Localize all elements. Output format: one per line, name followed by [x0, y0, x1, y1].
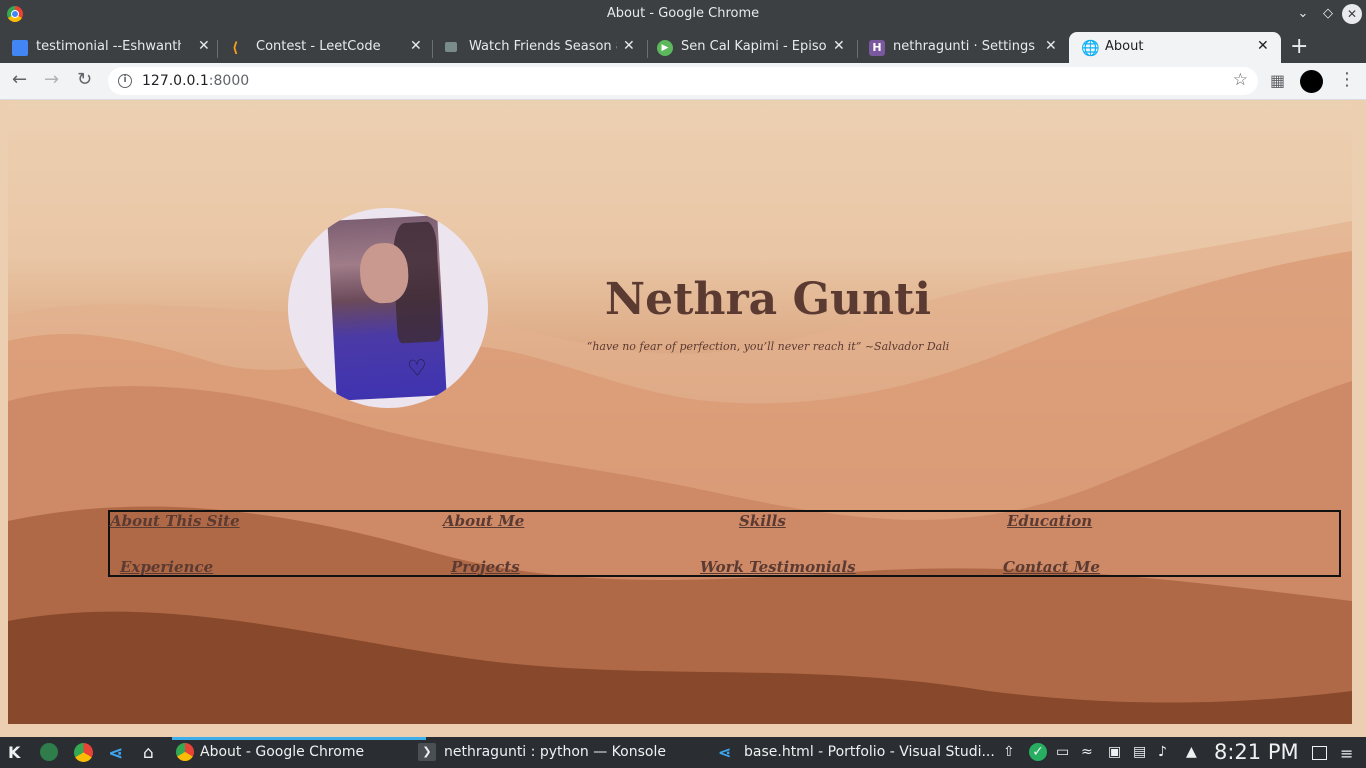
url-text: 127.0.0.1:8000 — [142, 73, 249, 89]
volume-icon[interactable]: ♪ — [1158, 744, 1167, 760]
nav-link-contact-me[interactable]: Contact Me — [1003, 558, 1100, 576]
portrait-image: ♡ — [327, 215, 447, 401]
nav-link-about-me[interactable]: About Me — [443, 512, 524, 530]
profile-avatar[interactable] — [1300, 70, 1323, 93]
task-label: nethragunti : python — Konsole — [444, 744, 666, 760]
video-icon — [445, 42, 457, 52]
address-bar[interactable]: i 127.0.0.1:8000 ☆ — [108, 67, 1258, 95]
reload-icon[interactable]: ↻ — [77, 69, 92, 90]
tab-close-icon[interactable]: ✕ — [410, 38, 422, 54]
tab-label: nethragunti · Settings | — [893, 39, 1039, 54]
tab-close-icon[interactable]: ✕ — [623, 38, 635, 54]
nav-link-work-testimonials[interactable]: Work Testimonials — [700, 558, 856, 576]
tab-close-icon[interactable]: ✕ — [1045, 38, 1057, 54]
tab-close-icon[interactable]: ✕ — [833, 38, 845, 54]
task-label: base.html - Portfolio - Visual Studi... — [744, 744, 995, 760]
heroku-icon: H — [869, 40, 885, 56]
vscode-launcher-icon[interactable]: ⋖ — [108, 743, 128, 764]
extensions-icon[interactable]: ▦ — [1270, 71, 1285, 90]
url-host: 127.0.0.1 — [142, 73, 209, 89]
tab-close-icon[interactable]: ✕ — [1257, 38, 1269, 54]
desert-background — [8, 221, 1352, 724]
window-title: About - Google Chrome — [606, 6, 760, 21]
tab-leetcode[interactable]: ⟨ Contest - LeetCode ✕ — [220, 32, 433, 63]
taskbar-menu-icon[interactable]: ≡ — [1340, 744, 1353, 763]
lock-icon[interactable]: ▣ — [1108, 744, 1121, 760]
minimize-icon[interactable]: ⌄ — [1293, 4, 1313, 24]
site-navigation: About This Site About Me Skills Educatio… — [108, 510, 1341, 577]
play-icon: ▶ — [657, 40, 673, 56]
window-titlebar: About - Google Chrome ⌄ ◇ ✕ — [0, 0, 1366, 29]
clock[interactable]: 8:21 PM — [1214, 740, 1299, 764]
task-vscode[interactable]: ⋖ base.html - Portfolio - Visual Studi..… — [714, 737, 995, 768]
forward-icon[interactable]: → — [44, 69, 59, 90]
chrome-launcher-icon[interactable] — [74, 743, 93, 762]
tab-about[interactable]: 🌐 About ✕ — [1069, 32, 1281, 63]
bookmark-star-icon[interactable]: ☆ — [1233, 70, 1248, 90]
site-info-icon[interactable]: i — [118, 74, 132, 88]
profile-photo: ♡ — [288, 208, 488, 408]
clipboard-icon[interactable]: ▤ — [1133, 744, 1146, 760]
vscode-icon: ⋖ — [718, 743, 732, 762]
tab-testimonial[interactable]: testimonial --Eshwanth - ✕ — [0, 32, 218, 63]
network-app-icon[interactable] — [40, 743, 58, 761]
tab-label: Contest - LeetCode — [256, 39, 381, 54]
heart-icon: ♡ — [406, 356, 428, 383]
system-taskbar: K ⋖ ⌂ About - Google Chrome ❯ nethragunt… — [0, 737, 1366, 768]
app-launcher-icon[interactable]: K — [8, 743, 28, 763]
tab-close-icon[interactable]: ✕ — [198, 38, 210, 54]
nav-link-about-this-site[interactable]: About This Site — [110, 512, 240, 530]
leetcode-icon: ⟨ — [232, 40, 239, 56]
task-konsole[interactable]: ❯ nethragunti : python — Konsole — [414, 737, 668, 768]
home-folder-icon[interactable]: ⌂ — [143, 743, 163, 763]
tagline-quote: “have no fear of perfection, you’ll neve… — [586, 340, 950, 353]
tab-sen-cal-kapimi[interactable]: ▶ Sen Cal Kapimi - Episode ✕ — [645, 32, 858, 63]
docs-icon — [12, 40, 28, 56]
url-port: :8000 — [208, 73, 250, 89]
menu-icon[interactable]: ⋮ — [1338, 69, 1356, 90]
restore-icon[interactable]: ◇ — [1318, 4, 1338, 24]
battery-icon[interactable]: ▭ — [1056, 744, 1069, 760]
nav-link-education[interactable]: Education — [1007, 512, 1092, 530]
tray-expand-icon[interactable]: ▲ — [1186, 744, 1197, 760]
close-window-icon[interactable]: ✕ — [1342, 4, 1362, 24]
globe-icon: 🌐 — [1081, 39, 1100, 57]
sync-check-icon[interactable]: ✓ — [1029, 743, 1047, 761]
nav-link-experience[interactable]: Experience — [120, 558, 213, 576]
task-label: About - Google Chrome — [200, 744, 365, 760]
tab-label: testimonial --Eshwanth - — [36, 39, 181, 54]
browser-toolbar: ← → ↻ i 127.0.0.1:8000 ☆ ▦ ⋮ — [0, 63, 1366, 100]
back-icon[interactable]: ← — [12, 69, 27, 90]
tab-heroku-settings[interactable]: H nethragunti · Settings | ✕ — [857, 32, 1069, 63]
tab-label: Watch Friends Season 8 | — [469, 39, 617, 54]
update-icon[interactable]: ⇧ — [1003, 744, 1015, 760]
wifi-icon[interactable]: ≈ — [1081, 744, 1093, 760]
show-desktop-icon[interactable] — [1312, 746, 1327, 760]
chrome-icon — [176, 743, 194, 761]
new-tab-button[interactable]: + — [1290, 34, 1308, 59]
page-viewport: ♡ Nethra Gunti “have no fear of perfecti… — [8, 101, 1352, 724]
task-chrome[interactable]: About - Google Chrome — [172, 737, 426, 768]
tab-label: Sen Cal Kapimi - Episode — [681, 39, 827, 54]
tab-friends[interactable]: Watch Friends Season 8 | ✕ — [433, 32, 648, 63]
page-bottom-margin — [0, 724, 1366, 737]
page-title: Nethra Gunti — [604, 274, 932, 325]
terminal-icon: ❯ — [418, 743, 436, 761]
tab-label: About — [1105, 39, 1144, 54]
nav-link-skills[interactable]: Skills — [739, 512, 786, 530]
nav-link-projects[interactable]: Projects — [451, 558, 520, 576]
tab-strip: testimonial --Eshwanth - ✕ ⟨ Contest - L… — [0, 29, 1366, 63]
